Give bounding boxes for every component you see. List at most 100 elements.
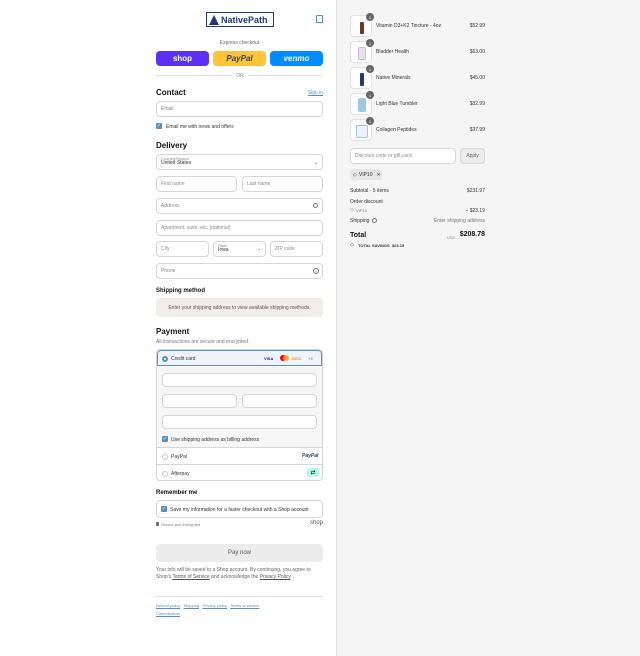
- delivery-title: Delivery: [156, 141, 188, 150]
- brand-name: NativePath: [221, 14, 268, 25]
- card-number-field[interactable]: [162, 373, 317, 387]
- product-price: $45.00: [469, 75, 485, 81]
- paypal-logo-icon: PayPal: [302, 453, 319, 459]
- afterpay-option-label[interactable]: Afterpay: [171, 471, 190, 477]
- quantity-badge: 1: [366, 39, 374, 47]
- product-name: Collagen Peptides: [376, 127, 417, 133]
- footer-link-privacy[interactable]: Privacy policy: [203, 603, 227, 608]
- card-name-field[interactable]: [162, 415, 317, 429]
- shipping-method-message: Enter your shipping address to view avai…: [156, 298, 323, 317]
- product-name: Vitamin D3+K2 Tincture - 4oz: [376, 23, 442, 29]
- quantity-badge: 1: [366, 117, 374, 125]
- credit-card-radio[interactable]: [162, 356, 168, 362]
- paypal-radio[interactable]: [162, 454, 168, 460]
- subtotal-value: $231.97: [466, 188, 485, 194]
- card-expiry-field[interactable]: [162, 394, 237, 408]
- checkout-main: NativePath Express checkout shop PayPal …: [0, 0, 336, 656]
- brand-logo[interactable]: NativePath: [206, 12, 274, 27]
- product-thumbnail: 1: [350, 39, 374, 63]
- mastercard-icon: MC: [280, 355, 289, 361]
- afterpay-radio[interactable]: [162, 471, 168, 477]
- divider: [157, 447, 322, 448]
- card-cvv-field[interactable]: [242, 394, 317, 408]
- billing-checkbox[interactable]: ✓: [162, 436, 168, 442]
- privacy-link[interactable]: Privacy Policy: [260, 574, 291, 580]
- pay-now-button[interactable]: Pay now: [156, 544, 323, 562]
- lock-icon: [156, 522, 159, 526]
- discount-code-label: VIP10: [356, 208, 367, 213]
- email-field[interactable]: Email: [156, 101, 323, 117]
- search-icon: [313, 203, 318, 208]
- quantity-badge: 1: [366, 13, 374, 21]
- product-price: $63.00: [469, 49, 485, 55]
- quantity-badge: 1: [366, 65, 374, 73]
- help-icon[interactable]: ?: [313, 268, 319, 274]
- tag-icon: ◇: [353, 171, 357, 178]
- zip-field[interactable]: ZIP code: [270, 241, 323, 257]
- address-field[interactable]: Address: [156, 198, 323, 214]
- first-name-field[interactable]: First name: [156, 176, 237, 192]
- total-savings-label: TOTAL SAVINGS $23.19: [358, 243, 405, 248]
- last-name-field[interactable]: Last name: [242, 176, 323, 192]
- product-price: $52.99: [469, 23, 485, 29]
- apply-discount-button[interactable]: Apply: [460, 148, 485, 164]
- footer-link-refund[interactable]: Refund policy: [156, 603, 180, 608]
- terms-link[interactable]: Terms of Service: [172, 574, 209, 580]
- shop-logo-icon: shop: [310, 520, 324, 526]
- news-label: Email me with news and offers: [166, 124, 234, 130]
- footer-divider: [156, 596, 323, 597]
- sign-in-link[interactable]: Sign in: [300, 90, 323, 96]
- visa-icon: VISA: [264, 356, 274, 361]
- paypal-option-label[interactable]: PayPal: [171, 454, 187, 460]
- tag-icon: ◇: [350, 207, 354, 213]
- footer-links: Refund policy Shipping Privacy policy Te…: [156, 602, 323, 618]
- more-cards-badge: +3: [308, 356, 313, 361]
- total-label: Total: [350, 232, 367, 239]
- product-name: Bladder Health: [376, 49, 410, 55]
- footer-link-terms[interactable]: Terms of service: [230, 603, 259, 608]
- venmo-button[interactable]: venmo: [270, 51, 323, 66]
- brand-mark-icon: [209, 14, 219, 25]
- footer-link-shipping[interactable]: Shipping: [184, 603, 200, 608]
- city-field[interactable]: City: [156, 241, 209, 257]
- footer-link-cancellations[interactable]: Cancellations: [156, 611, 180, 616]
- chevron-down-icon: ⌄: [314, 160, 319, 166]
- apartment-field[interactable]: Apartment, suite, etc. (optional): [156, 220, 323, 236]
- cart-bag-icon[interactable]: [316, 15, 323, 23]
- product-name: Native Minerals: [376, 75, 411, 81]
- contact-title: Contact: [156, 88, 186, 97]
- savings-tag-icon: ◇: [350, 242, 354, 248]
- shipping-method-title: Shipping method: [156, 288, 205, 294]
- payment-subtitle: All transactions are secure and encrypte…: [156, 339, 250, 345]
- help-icon[interactable]: [372, 218, 377, 223]
- order-summary: 1 Vitamin D3+K2 Tincture - 4oz $52.99 1 …: [336, 0, 640, 656]
- phone-field[interactable]: Phone: [156, 263, 323, 279]
- product-thumbnail: 1: [350, 91, 374, 115]
- subtotal-label: Subtotal · 5 items: [350, 188, 389, 194]
- paypal-button[interactable]: PayPal: [213, 51, 266, 66]
- discover-icon: DISC: [292, 356, 302, 361]
- legal-text: Your info will be saved to a Shop accoun…: [156, 567, 311, 580]
- product-thumbnail: 1: [350, 65, 374, 89]
- product-price: $32.99: [469, 101, 485, 107]
- product-price: $37.99: [469, 127, 485, 133]
- news-checkbox[interactable]: ✓: [156, 123, 162, 129]
- billing-label: Use shipping address as billing address: [171, 437, 260, 443]
- or-label: OR: [232, 73, 248, 79]
- shipping-value: Enter shipping address: [433, 218, 485, 224]
- remember-me-label: Save my information for a faster checkou…: [170, 507, 309, 513]
- shipping-label: Shipping: [350, 218, 370, 224]
- quantity-badge: 1: [366, 91, 374, 99]
- discount-tag: ◇ VIP10 ✕: [350, 169, 382, 180]
- remember-me-checkbox[interactable]: ✓: [161, 506, 167, 512]
- discount-code-field[interactable]: Discount code or gift card: [350, 148, 456, 164]
- afterpay-logo-icon: ⇄: [307, 468, 319, 477]
- country-select[interactable]: Country/Region United States: [156, 154, 323, 170]
- shop-pay-button[interactable]: shop: [156, 51, 209, 66]
- remove-tag-icon[interactable]: ✕: [376, 172, 380, 178]
- express-checkout-title: Express checkout: [219, 40, 260, 46]
- discount-value: − $23.19: [465, 208, 485, 214]
- product-thumbnail: 1: [350, 13, 374, 37]
- chevron-down-icon: ⌄: [257, 246, 262, 252]
- credit-card-label: Credit card: [171, 356, 196, 362]
